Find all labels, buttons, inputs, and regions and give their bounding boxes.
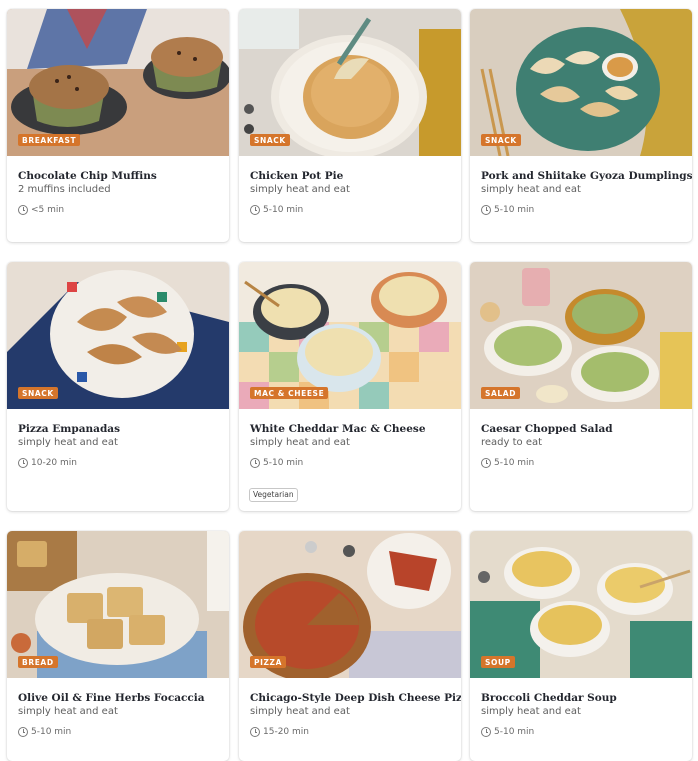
clock-icon bbox=[481, 458, 491, 468]
recipe-photo-pot-pie[interactable]: SNACK bbox=[239, 9, 461, 156]
recipe-subtitle: 2 muffins included bbox=[18, 184, 111, 195]
prep-time: 5-10 min bbox=[250, 458, 303, 468]
recipe-photo-broccoli-soup[interactable]: SOUP bbox=[470, 531, 692, 678]
category-badge: SALAD bbox=[481, 386, 521, 399]
recipe-title[interactable]: Pork and Shiitake Gyoza Dumplings bbox=[481, 170, 692, 182]
category-badge: MAC & CHEESE bbox=[250, 386, 329, 399]
recipe-card[interactable]: SNACK Pork and Shiitake Gyoza Dumplings … bbox=[470, 9, 692, 242]
recipe-photo-gyoza[interactable]: SNACK bbox=[470, 9, 692, 156]
clock-icon bbox=[18, 458, 28, 468]
prep-time: 10-20 min bbox=[18, 458, 77, 468]
prep-time-value: 5-10 min bbox=[494, 458, 535, 468]
category-badge: PIZZA bbox=[250, 655, 286, 668]
prep-time: 5-10 min bbox=[481, 727, 534, 737]
category-badge: BREAD bbox=[18, 655, 58, 668]
recipe-card[interactable]: SALAD Caesar Chopped Salad ready to eat … bbox=[470, 262, 692, 511]
recipe-title[interactable]: Pizza Empanadas bbox=[18, 423, 120, 435]
category-badge: BREAKFAST bbox=[18, 133, 81, 146]
prep-time-value: 5-10 min bbox=[263, 205, 304, 215]
recipe-subtitle: ready to eat bbox=[481, 437, 543, 448]
clock-icon bbox=[481, 205, 491, 215]
recipe-subtitle: simply heat and eat bbox=[250, 437, 350, 448]
recipe-subtitle: simply heat and eat bbox=[481, 184, 581, 195]
recipe-title[interactable]: Chicago-Style Deep Dish Cheese Pizza bbox=[250, 692, 461, 704]
recipe-photo-focaccia[interactable]: BREAD bbox=[7, 531, 229, 678]
clock-icon bbox=[250, 205, 260, 215]
prep-time: 5-10 min bbox=[250, 205, 303, 215]
category-badge: SOUP bbox=[481, 655, 515, 668]
recipe-title[interactable]: Chicken Pot Pie bbox=[250, 170, 343, 182]
recipe-subtitle: simply heat and eat bbox=[481, 706, 581, 717]
prep-time-value: 10-20 min bbox=[31, 458, 77, 468]
recipe-title[interactable]: Chocolate Chip Muffins bbox=[18, 170, 157, 182]
recipe-subtitle: simply heat and eat bbox=[250, 706, 350, 717]
prep-time-value: 5-10 min bbox=[494, 205, 535, 215]
prep-time-value: <5 min bbox=[31, 205, 65, 215]
clock-icon bbox=[250, 727, 260, 737]
prep-time: <5 min bbox=[18, 205, 64, 215]
prep-time: 5-10 min bbox=[18, 727, 71, 737]
clock-icon bbox=[18, 205, 28, 215]
recipe-card[interactable]: BREAD Olive Oil & Fine Herbs Focaccia si… bbox=[7, 531, 229, 761]
clock-icon bbox=[18, 727, 28, 737]
prep-time-value: 5-10 min bbox=[494, 727, 535, 737]
recipe-subtitle: simply heat and eat bbox=[250, 184, 350, 195]
prep-time-value: 5-10 min bbox=[31, 727, 72, 737]
recipe-photo-deep-dish-pizza[interactable]: PIZZA bbox=[239, 531, 461, 678]
prep-time-value: 5-10 min bbox=[263, 458, 304, 468]
prep-time: 5-10 min bbox=[481, 458, 534, 468]
recipe-photo-empanadas[interactable]: SNACK bbox=[7, 262, 229, 409]
recipe-title[interactable]: White Cheddar Mac & Cheese bbox=[250, 423, 426, 435]
prep-time-value: 15-20 min bbox=[263, 727, 309, 737]
recipe-subtitle: simply heat and eat bbox=[18, 706, 118, 717]
clock-icon bbox=[250, 458, 260, 468]
recipe-title[interactable]: Olive Oil & Fine Herbs Focaccia bbox=[18, 692, 205, 704]
recipe-subtitle: simply heat and eat bbox=[18, 437, 118, 448]
recipe-card[interactable]: SNACK Chicken Pot Pie simply heat and ea… bbox=[239, 9, 461, 242]
recipe-title[interactable]: Broccoli Cheddar Soup bbox=[481, 692, 617, 704]
recipe-card[interactable]: SNACK Pizza Empanadas simply heat and ea… bbox=[7, 262, 229, 511]
recipe-photo-mac-cheese[interactable]: MAC & CHEESE bbox=[239, 262, 461, 409]
recipe-title[interactable]: Caesar Chopped Salad bbox=[481, 423, 613, 435]
recipe-photo-muffins[interactable]: BREAKFAST bbox=[7, 9, 229, 156]
recipe-card[interactable]: MAC & CHEESE White Cheddar Mac & Cheese … bbox=[239, 262, 461, 511]
recipe-card[interactable]: SOUP Broccoli Cheddar Soup simply heat a… bbox=[470, 531, 692, 761]
recipe-card[interactable]: BREAKFAST Chocolate Chip Muffins 2 muffi… bbox=[7, 9, 229, 242]
category-badge: SNACK bbox=[481, 133, 521, 146]
clock-icon bbox=[481, 727, 491, 737]
prep-time: 15-20 min bbox=[250, 727, 309, 737]
prep-time: 5-10 min bbox=[481, 205, 534, 215]
category-badge: SNACK bbox=[18, 386, 58, 399]
diet-tag: Vegetarian bbox=[249, 488, 298, 502]
category-badge: SNACK bbox=[250, 133, 290, 146]
recipe-photo-caesar-salad[interactable]: SALAD bbox=[470, 262, 692, 409]
recipe-card[interactable]: PIZZA Chicago-Style Deep Dish Cheese Piz… bbox=[239, 531, 461, 761]
